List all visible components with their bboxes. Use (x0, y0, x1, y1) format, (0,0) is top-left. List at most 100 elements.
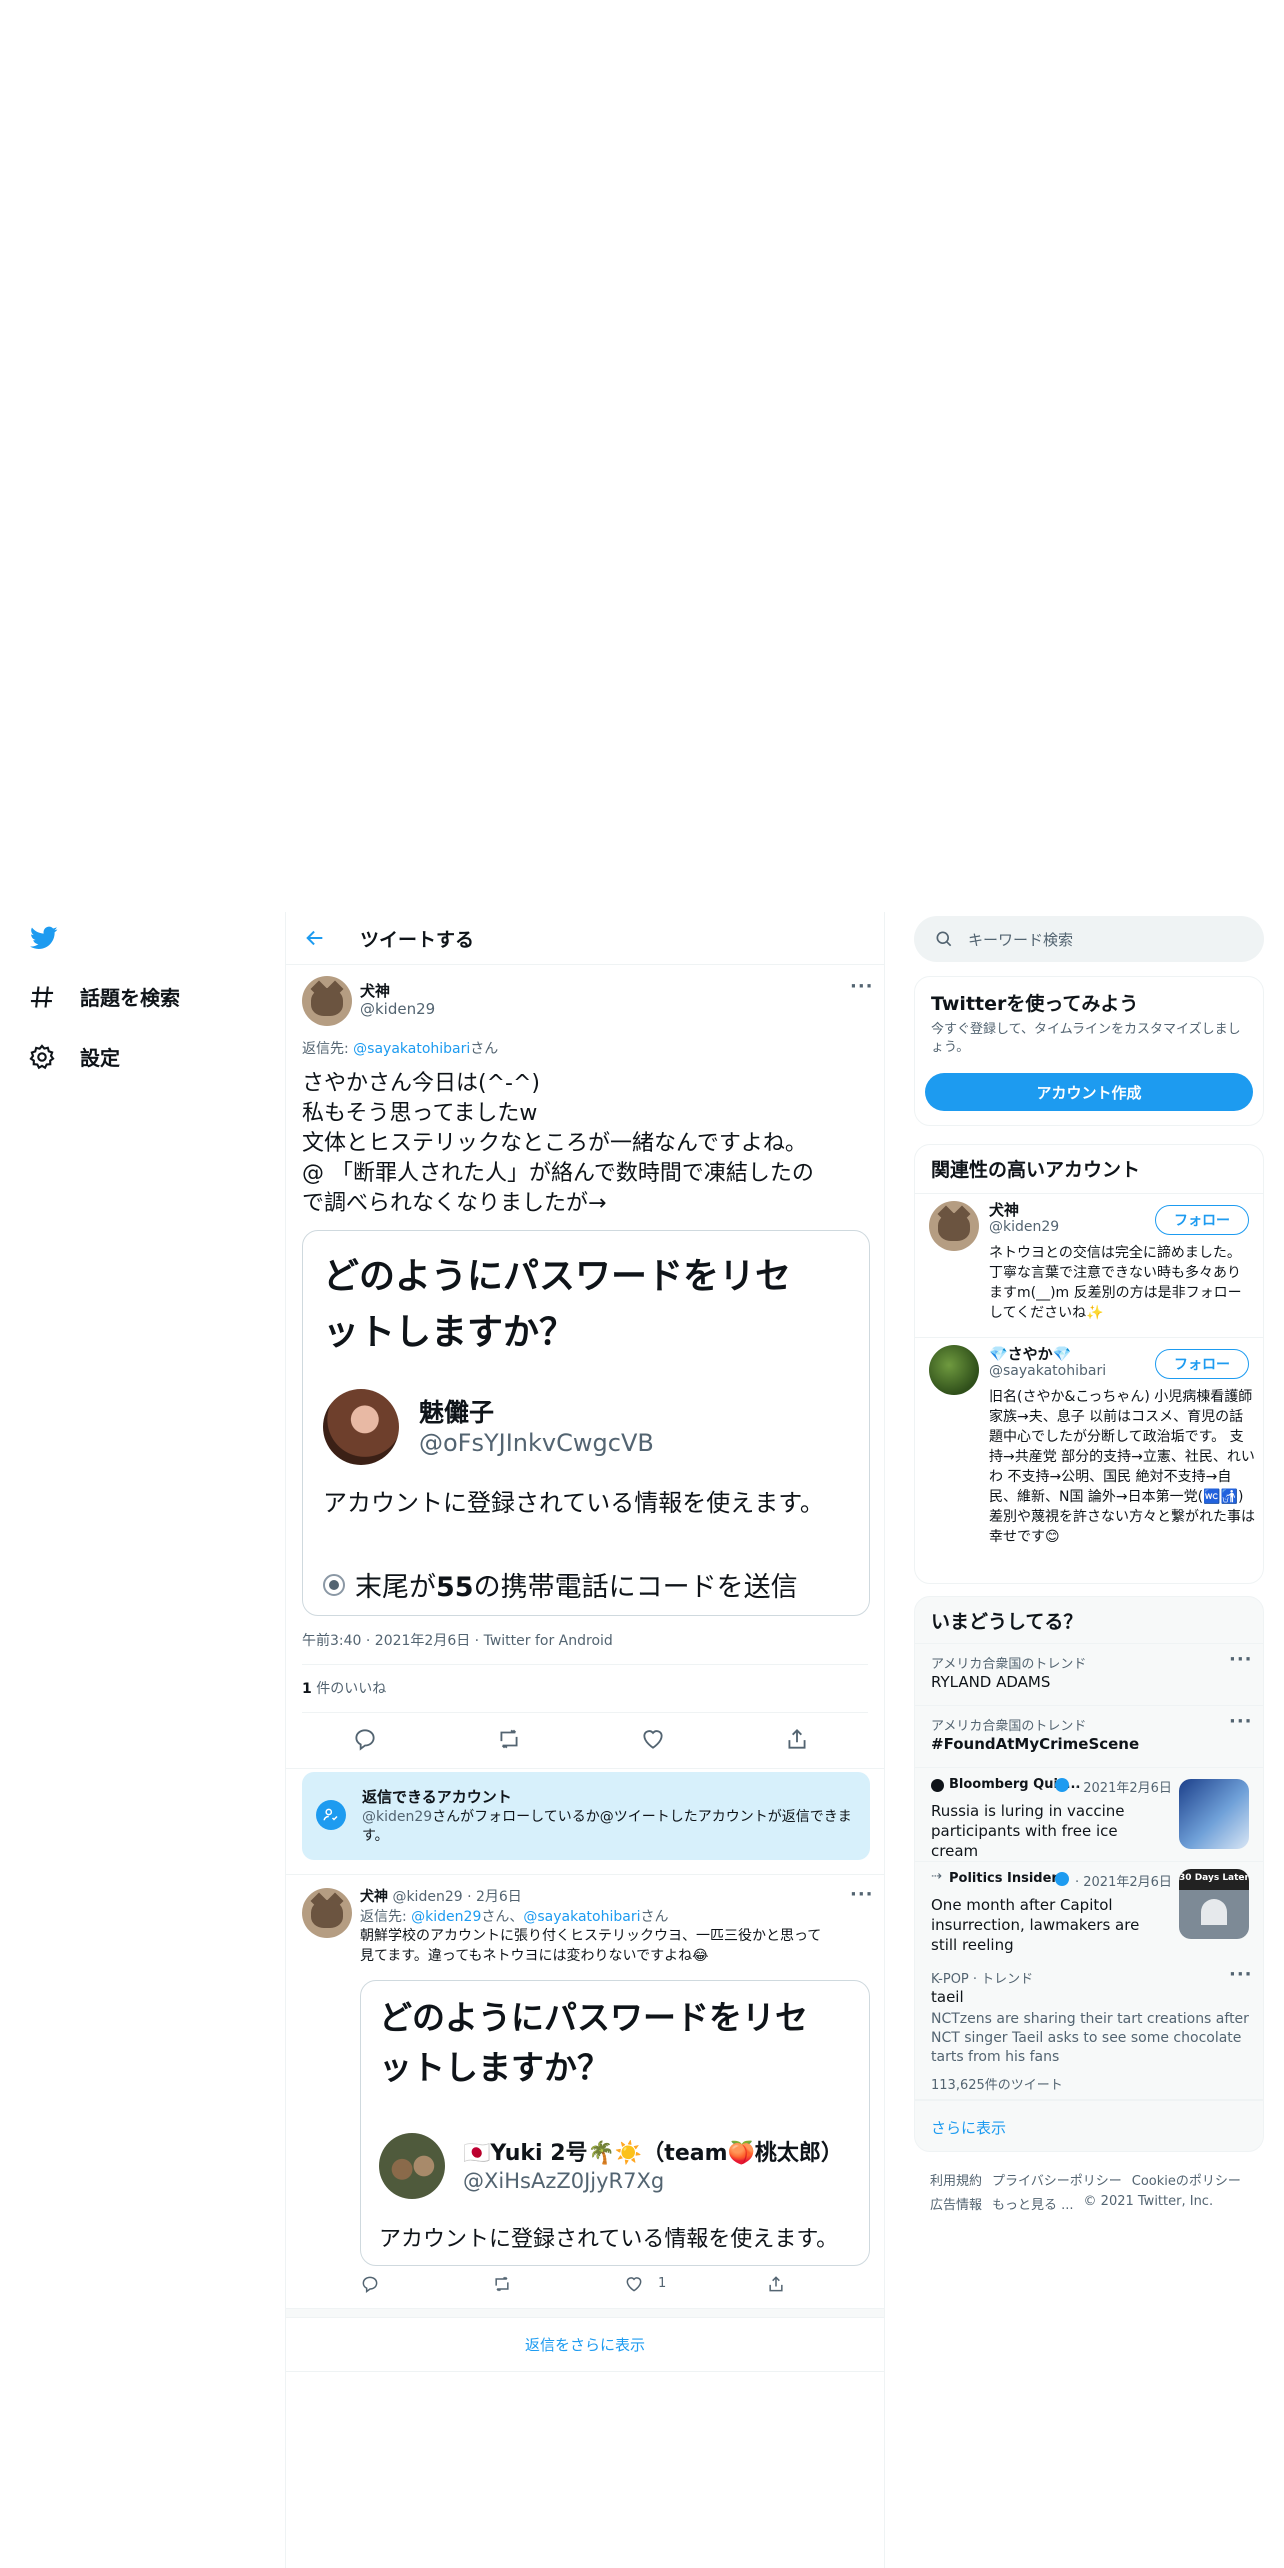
back-arrow-icon[interactable] (304, 927, 326, 949)
tweet-timestamp[interactable]: 午前3:40 · 2021年2月6日 · Twitter for Android (302, 1630, 613, 1650)
search-input[interactable]: キーワード検索 (914, 916, 1264, 962)
account-bio: ネトウヨとの交信は完全に諦めました。 丁寧な言葉で注意できない時も多々ありますm… (989, 1245, 1242, 1321)
nav-settings[interactable]: 設定 (28, 1042, 120, 1071)
relevant-title: 関連性の高いアカウント (931, 1159, 1141, 1181)
retweet-icon[interactable] (496, 1726, 522, 1752)
divider (915, 1337, 1263, 1338)
image-heading: どのようにパスワードをリセ ットしますか？ (379, 1998, 808, 2087)
divider (302, 1712, 868, 1713)
tweet-text-line: 文体とヒステリックなところが一緒なんですよね。 (302, 1131, 807, 1156)
news-item[interactable]: ⇢ Politics Insider · 2021年2月6日 One month… (915, 1861, 1263, 1961)
image-account-handle: @oFsYJInkvCwgcVB (419, 1429, 654, 1457)
footer-link[interactable]: Cookieのポリシー (1132, 2170, 1241, 2189)
hashtag-icon (30, 985, 54, 1008)
create-account-button[interactable]: アカウント作成 (925, 1073, 1253, 1111)
bloomberg-logo-icon (931, 1779, 944, 1792)
follow-button[interactable]: フォロー (1155, 1205, 1249, 1235)
divider (302, 1664, 868, 1665)
tweet-text: さやかさん今日は(^-^) 私もそう思ってましたw 文体とヒステリックなところが… (302, 1069, 814, 1219)
reply-restriction-notice: 返信できるアカウント @kiden29さんがフォローしているか@ツイートしたアカ… (302, 1772, 870, 1860)
tweet-thread-column: ツイートする 犬神 @kiden29 ··· 返信先: @sayakatohib… (285, 912, 885, 2568)
image-body-text: アカウントに登録されている情報を使えます。 (379, 2227, 839, 2252)
trend-item-taeil[interactable]: K-POP · トレンド ··· taeil NCTzens are shari… (914, 1960, 1264, 2100)
image-account-name: 魅儺子 (419, 1398, 495, 1427)
image-avatar (379, 2133, 445, 2199)
avatar[interactable] (302, 976, 352, 1026)
avatar[interactable] (302, 1888, 352, 1938)
signup-subtitle: 今すぐ登録して、タイムラインをカスタマイズしましょう。 (931, 1022, 1241, 1055)
search-placeholder: キーワード検索 (968, 930, 1074, 949)
footer-link[interactable]: 利用規約 (930, 2170, 982, 2189)
likes-count[interactable]: 1 件のいいね (302, 1678, 386, 1698)
divider (286, 1768, 884, 1769)
trends-show-more[interactable]: さらに表示 (914, 2100, 1264, 2152)
reply-to-link[interactable]: @sayakatohibari (353, 1041, 470, 1057)
notice-title: 返信できるアカウント (362, 1788, 512, 1806)
trend-item[interactable]: アメリカ合衆国のトレンド #FoundAtMyCrimeScene ··· (915, 1705, 1263, 1767)
reply-to-link[interactable]: @sayakatohibari (523, 1909, 640, 1925)
news-thumbnail (1179, 1779, 1249, 1849)
like-icon[interactable] (640, 1726, 666, 1752)
more-options-icon[interactable]: ··· (1229, 1964, 1253, 1985)
like-icon[interactable] (624, 2274, 644, 2294)
avatar[interactable] (929, 1201, 979, 1251)
news-thumbnail: 30 Days Later (1179, 1869, 1249, 1939)
divider (915, 1193, 1263, 1194)
share-icon[interactable] (784, 1726, 810, 1752)
divider (286, 1874, 884, 1875)
page-header: ツイートする (286, 912, 884, 965)
signup-panel: Twitterを使ってみよう 今すぐ登録して、タイムラインをカスタマイズしましょ… (914, 976, 1264, 1126)
footer-link[interactable]: プライバシーポリシー (992, 2170, 1122, 2189)
page-title: ツイートする (360, 928, 475, 951)
account-name[interactable]: 💎さやか💎 (989, 1343, 1071, 1364)
more-options-icon[interactable]: ··· (850, 976, 874, 997)
trends-title: いまどうしてる？ (931, 1611, 1083, 1633)
radio-selected-icon (323, 1573, 345, 1596)
copyright: © 2021 Twitter, Inc. (1083, 2194, 1214, 2209)
person-check-icon (316, 1800, 346, 1830)
more-options-icon[interactable]: ··· (1229, 1711, 1253, 1732)
nav-explore-label: 話題を検索 (80, 986, 180, 1010)
show-more-replies-button[interactable]: 返信をさらに表示 (286, 2318, 884, 2372)
account-handle[interactable]: @sayakatohibari (989, 1363, 1106, 1379)
reply-icon[interactable] (352, 1726, 378, 1752)
more-options-icon[interactable]: ··· (850, 1884, 874, 1905)
account-name[interactable]: 犬神 (989, 1199, 1019, 1220)
news-item[interactable]: Bloomberg Quic... · 2021年2月6日 Russia is … (915, 1767, 1263, 1861)
avatar[interactable] (929, 1345, 979, 1395)
image-body-text: アカウントに登録されている情報を使えます。 (323, 1489, 824, 1517)
search-icon (936, 931, 952, 947)
footer-link[interactable]: もっと見る ... (992, 2194, 1074, 2213)
follow-button[interactable]: フォロー (1155, 1349, 1249, 1379)
reply-text: 朝鮮学校のアカウントに張り付くヒステリックウヨ、一匹三役かと思って 見てます。違… (360, 1928, 822, 1964)
notice-body: @kiden29さんがフォローしているか@ツイートしたアカウントが返信できます。 (362, 1809, 852, 1844)
tweet-image[interactable]: どのようにパスワードをリセ ットしますか？ 魅儺子 @oFsYJInkvCwgc… (302, 1230, 870, 1616)
tweet-text-line: @ 「断罪人された人」が絡んで数時間で凍結したの (302, 1161, 814, 1186)
tweet-text-line: で調べられなくなりましたが→ (302, 1191, 607, 1216)
trend-item[interactable]: アメリカ合衆国のトレンド RYLAND ADAMS ··· (915, 1643, 1263, 1705)
capitol-dome-icon (1201, 1899, 1227, 1925)
reply-image[interactable]: どのようにパスワードをリセ ットしますか？ 🇯🇵Yuki 2号🌴☀️（team🍑… (360, 1980, 870, 2266)
twitter-logo-icon[interactable] (28, 924, 60, 952)
footer-links-1: 利用規約 プライバシーポリシー Cookieのポリシー (930, 2170, 1241, 2189)
reply-to-link[interactable]: @kiden29 (411, 1909, 481, 1925)
footer-link[interactable]: 広告情報 (930, 2194, 982, 2213)
reply-to-line: 返信先: @sayakatohibariさん (302, 1041, 499, 1057)
like-count: 1 (658, 2276, 667, 2291)
more-options-icon[interactable]: ··· (1229, 1649, 1253, 1670)
tweet-author-handle[interactable]: @kiden29 (360, 1000, 435, 1018)
image-account-name: 🇯🇵Yuki 2号🌴☀️（team🍑桃太郎） (463, 2141, 843, 2166)
reply-author-handle-date: @kiden29 · 2月6日 (392, 1889, 522, 1905)
arrow-logo-icon: ⇢ (931, 1869, 942, 1884)
nav-explore[interactable]: 話題を検索 (28, 982, 180, 1011)
tweet-author-name[interactable]: 犬神 (360, 980, 390, 1001)
verified-badge-icon (1055, 1872, 1069, 1886)
signup-title: Twitterを使ってみよう (931, 993, 1139, 1015)
retweet-icon[interactable] (492, 2274, 512, 2294)
reply-icon[interactable] (360, 2274, 380, 2294)
account-handle[interactable]: @kiden29 (989, 1219, 1059, 1235)
relevant-accounts-panel: 関連性の高いアカウント 犬神 @kiden29 フォロー ネトウヨとの交信は完全… (914, 1144, 1264, 1584)
share-icon[interactable] (766, 2274, 786, 2294)
reply-author[interactable]: 犬神 @kiden29 · 2月6日 (360, 1886, 522, 1906)
image-account-handle: @XiHsAzZ0JjyR7Xg (463, 2169, 665, 2193)
